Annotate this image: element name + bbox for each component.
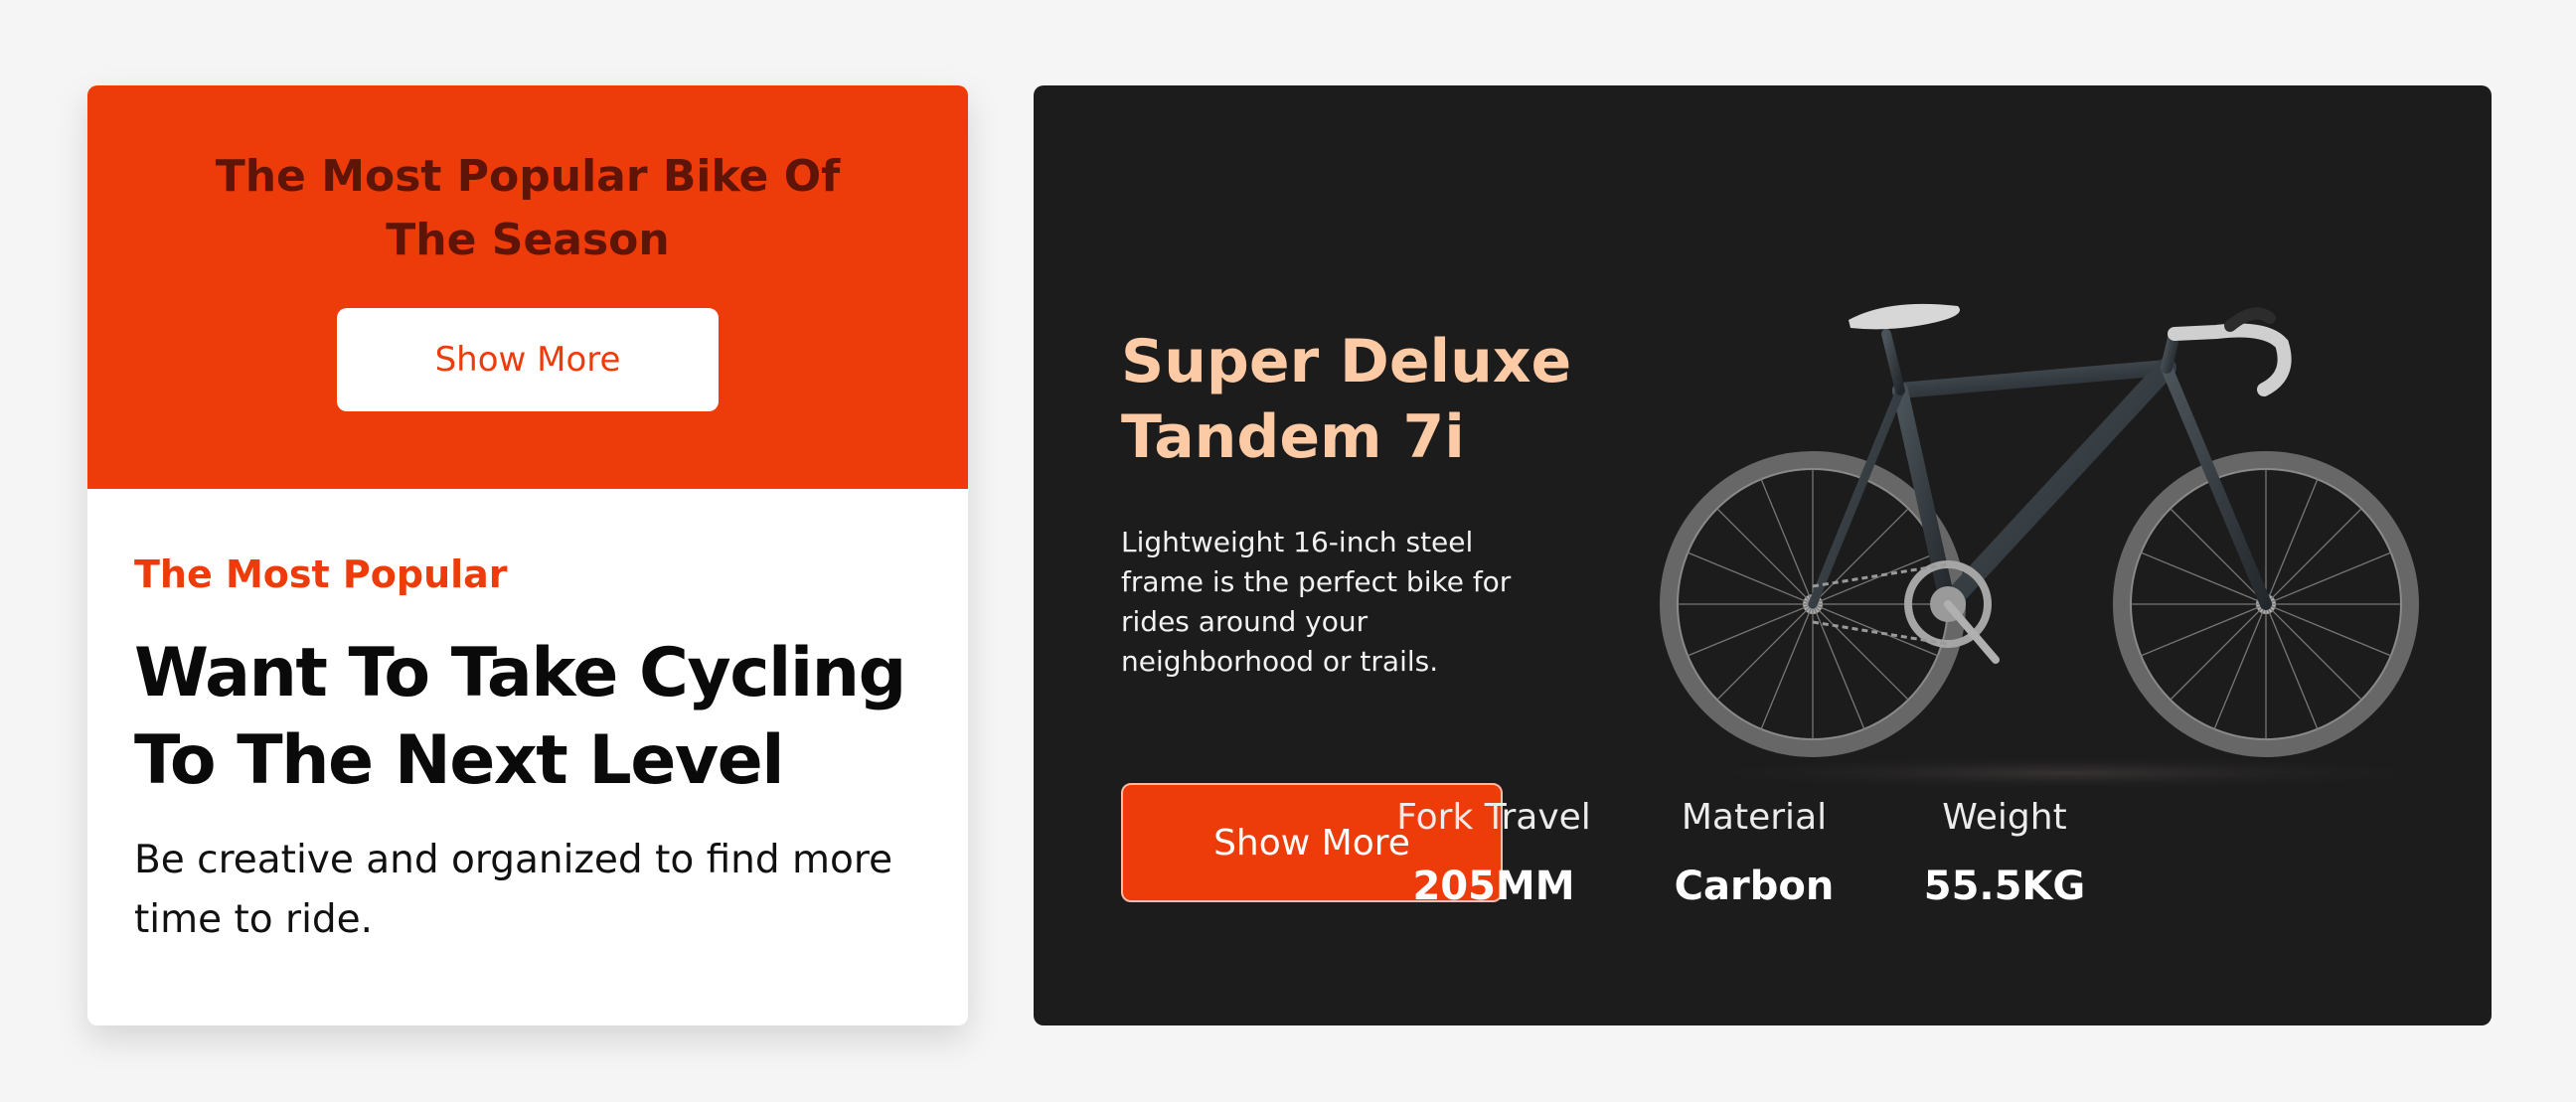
promo-description: Be creative and organized to find more t… xyxy=(134,838,893,942)
promo-content: The Most Popular Want To Take Cycling To… xyxy=(87,489,968,950)
spec-material: Material Carbon xyxy=(1630,797,1878,909)
spec-label: Material xyxy=(1681,797,1828,838)
product-description: Lightweight 16-inch steel frame is the p… xyxy=(1121,526,1512,678)
spec-value: 205MM xyxy=(1412,864,1575,909)
promo-eyebrow: The Most Popular xyxy=(134,552,508,596)
promo-title: Want To Take Cycling To The Next Level xyxy=(134,634,906,800)
promo-heading: The Most Popular Bike Of The Season xyxy=(215,151,841,265)
road-bike-icon xyxy=(1630,195,2475,815)
product-name: Super Deluxe Tandem 7i xyxy=(1121,327,1572,472)
promo-card: The Most Popular Bike Of The Season Show… xyxy=(87,85,968,1025)
promo-show-more-button[interactable]: Show More xyxy=(337,308,719,411)
promo-banner: The Most Popular Bike Of The Season Show… xyxy=(87,85,968,489)
spec-value: Carbon xyxy=(1674,864,1835,909)
spec-value: 55.5KG xyxy=(1923,864,2086,909)
spec-weight: Weight 55.5KG xyxy=(1880,797,2129,909)
spec-label: Weight xyxy=(1942,797,2067,838)
product-card: Super Deluxe Tandem 7i Lightweight 16-in… xyxy=(1034,85,2492,1025)
spec-fork-travel: Fork Travel 205MM xyxy=(1369,797,1618,909)
spec-label: Fork Travel xyxy=(1396,797,1591,838)
